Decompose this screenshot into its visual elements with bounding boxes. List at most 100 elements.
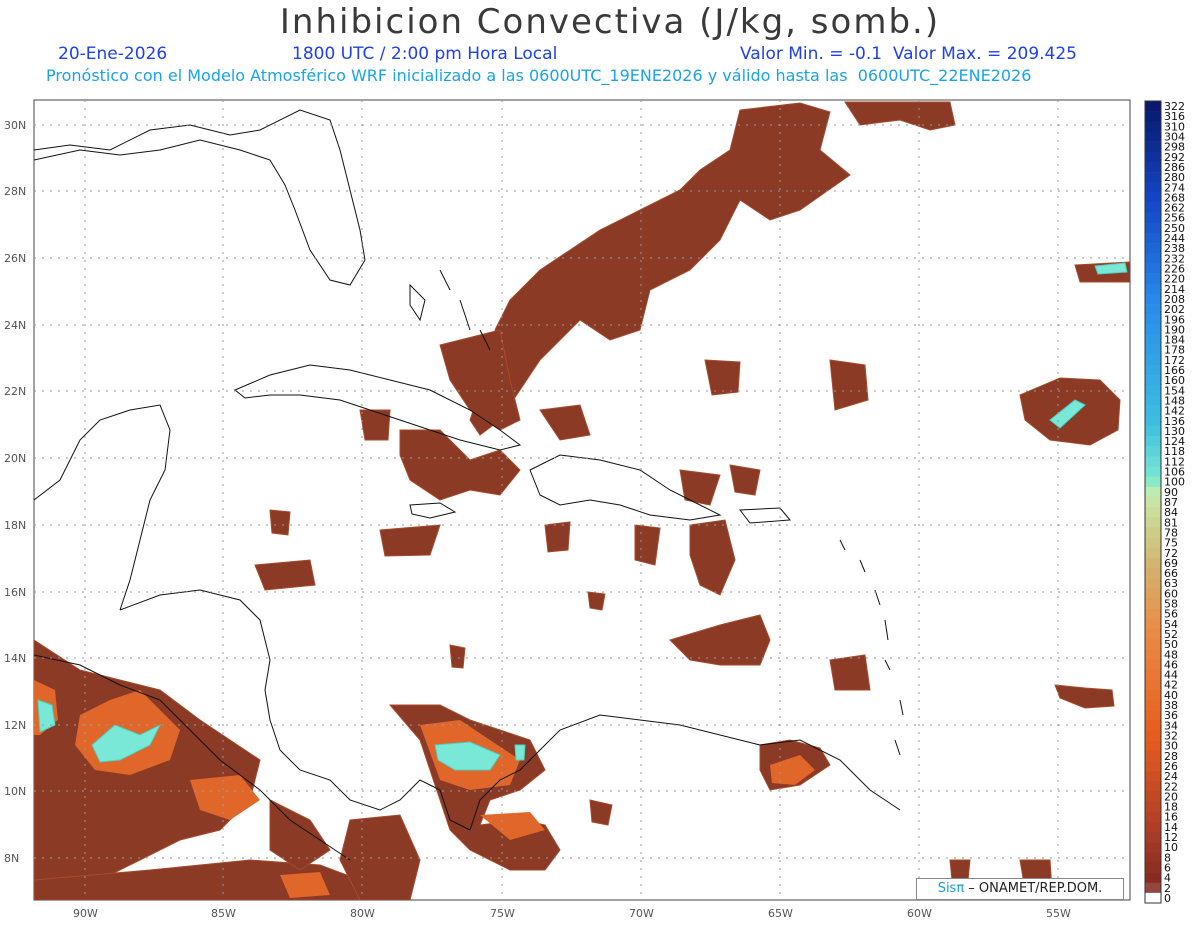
lon-label: 65W: [768, 907, 793, 920]
colorbar-swatch: [1145, 334, 1161, 345]
credit-box: Sisπ – ONAMET/REP.DOM.: [916, 878, 1124, 900]
colorbar-swatch: [1145, 496, 1161, 508]
lon-label: 60W: [907, 907, 932, 920]
colorbar-swatch: [1145, 263, 1161, 274]
lat-label: 22N: [4, 385, 26, 398]
colorbar-swatch: [1145, 395, 1161, 406]
lon-label: 55W: [1046, 907, 1071, 920]
colorbar-swatch: [1145, 862, 1161, 873]
colorbar-swatch: [1145, 750, 1161, 762]
colorbar-swatch: [1145, 588, 1161, 599]
lat-labels: 30N 28N 26N 24N 22N 20N 18N 16N 14N 12N …: [4, 119, 26, 865]
colorbar-swatch: [1145, 821, 1161, 833]
lon-label: 75W: [490, 907, 515, 920]
colorbar-swatch: [1145, 517, 1161, 528]
colorbar-swatch: [1145, 760, 1161, 772]
colorbar-swatch: [1145, 101, 1161, 112]
colorbar-swatch: [1145, 598, 1161, 609]
colorbar-swatch: [1145, 273, 1161, 285]
colorbar-swatch: [1145, 111, 1161, 122]
cin-map: 30N 28N 26N 24N 22N 20N 18N 16N 14N 12N …: [4, 99, 1185, 920]
colorbar-swatch: [1145, 872, 1161, 883]
colorbar-swatch: [1145, 669, 1161, 680]
colorbar-swatch: [1145, 679, 1161, 691]
lon-label: 70W: [629, 907, 654, 920]
lon-label: 90W: [73, 907, 98, 920]
lon-label: 80W: [350, 907, 375, 920]
colorbar-swatch: [1145, 232, 1161, 244]
colorbar-swatch: [1145, 354, 1161, 366]
colorbar-swatch: [1145, 527, 1161, 538]
colorbar-swatch: [1145, 781, 1161, 792]
colorbar-swatch: [1145, 151, 1161, 163]
colorbar-swatch: [1145, 314, 1161, 325]
colorbar-swatch: [1145, 141, 1161, 153]
colorbar-swatch: [1145, 456, 1161, 467]
colorbar-swatch: [1145, 578, 1161, 589]
colorbar-swatch: [1145, 212, 1161, 224]
colorbar-swatch: [1145, 730, 1161, 741]
colorbar-swatch: [1145, 344, 1161, 356]
colorbar-swatch: [1145, 567, 1161, 579]
colorbar-swatch: [1145, 182, 1161, 193]
colorbar-swatch: [1145, 192, 1161, 203]
lat-label: 8N: [4, 852, 19, 865]
lat-label: 14N: [4, 652, 26, 665]
colorbar-swatch: [1145, 639, 1161, 650]
lon-labels: 90W 85W 80W 75W 70W 65W 60W 55W: [73, 907, 1071, 920]
lat-label: 16N: [4, 586, 26, 599]
lat-label: 30N: [4, 119, 26, 132]
colorbar-swatch: [1145, 689, 1161, 701]
colorbar-swatch: [1145, 364, 1161, 376]
lat-label: 12N: [4, 719, 26, 732]
colorbar-swatch: [1145, 425, 1161, 437]
colorbar-swatch: [1145, 405, 1161, 417]
colorbar-swatch: [1145, 659, 1161, 670]
colorbar-swatch: [1145, 892, 1161, 904]
colorbar-swatch: [1145, 385, 1161, 396]
colorbar-swatch: [1145, 161, 1161, 173]
colorbar-swatch: [1145, 222, 1161, 234]
colorbar-label: 0: [1164, 892, 1171, 905]
colorbar-swatch: [1145, 293, 1161, 305]
colorbar-swatch: [1145, 831, 1161, 843]
lat-label: 28N: [4, 185, 26, 198]
colorbar-swatch: [1145, 608, 1161, 620]
credit-text: – ONAMET/REP.DOM.: [964, 881, 1103, 896]
colorbar-swatch: [1145, 801, 1161, 812]
colorbar-swatch: [1145, 375, 1161, 386]
colorbar-swatch: [1145, 476, 1161, 488]
colorbar-swatch: [1145, 628, 1161, 640]
lat-label: 10N: [4, 785, 26, 798]
colorbar-swatch: [1145, 243, 1161, 254]
colorbar-swatch: [1145, 253, 1161, 264]
colorbar-swatch: [1145, 202, 1161, 213]
colorbar-swatch: [1145, 507, 1161, 518]
colorbar-swatch: [1145, 304, 1161, 315]
colorbar-swatch: [1145, 172, 1161, 183]
colorbar-swatch: [1145, 882, 1161, 894]
lat-label: 26N: [4, 252, 26, 265]
colorbar-swatch: [1145, 771, 1161, 782]
lon-label: 85W: [211, 907, 236, 920]
colorbar-swatch: [1145, 852, 1161, 863]
lat-label: 20N: [4, 452, 26, 465]
colorbar-swatch: [1145, 710, 1161, 721]
colorbar-swatch: [1145, 446, 1161, 457]
colorbar-swatch: [1145, 415, 1161, 427]
lat-label: 18N: [4, 519, 26, 532]
colorbar-swatch: [1145, 740, 1161, 752]
colorbar-swatch: [1145, 791, 1161, 802]
colorbar-swatch: [1145, 486, 1161, 498]
colorbar-swatch: [1145, 121, 1161, 132]
lat-label: 24N: [4, 319, 26, 332]
colorbar-swatch: [1145, 547, 1161, 559]
colorbar-swatch: [1145, 466, 1161, 477]
colorbar-swatch: [1145, 649, 1161, 660]
colorbar-swatch: [1145, 283, 1161, 295]
credit-brand: Sisπ: [937, 881, 965, 896]
colorbar-swatch: [1145, 811, 1161, 823]
colorbar-swatch: [1145, 324, 1161, 335]
colorbar-swatch: [1145, 699, 1161, 711]
colorbar-swatch: [1145, 131, 1161, 142]
